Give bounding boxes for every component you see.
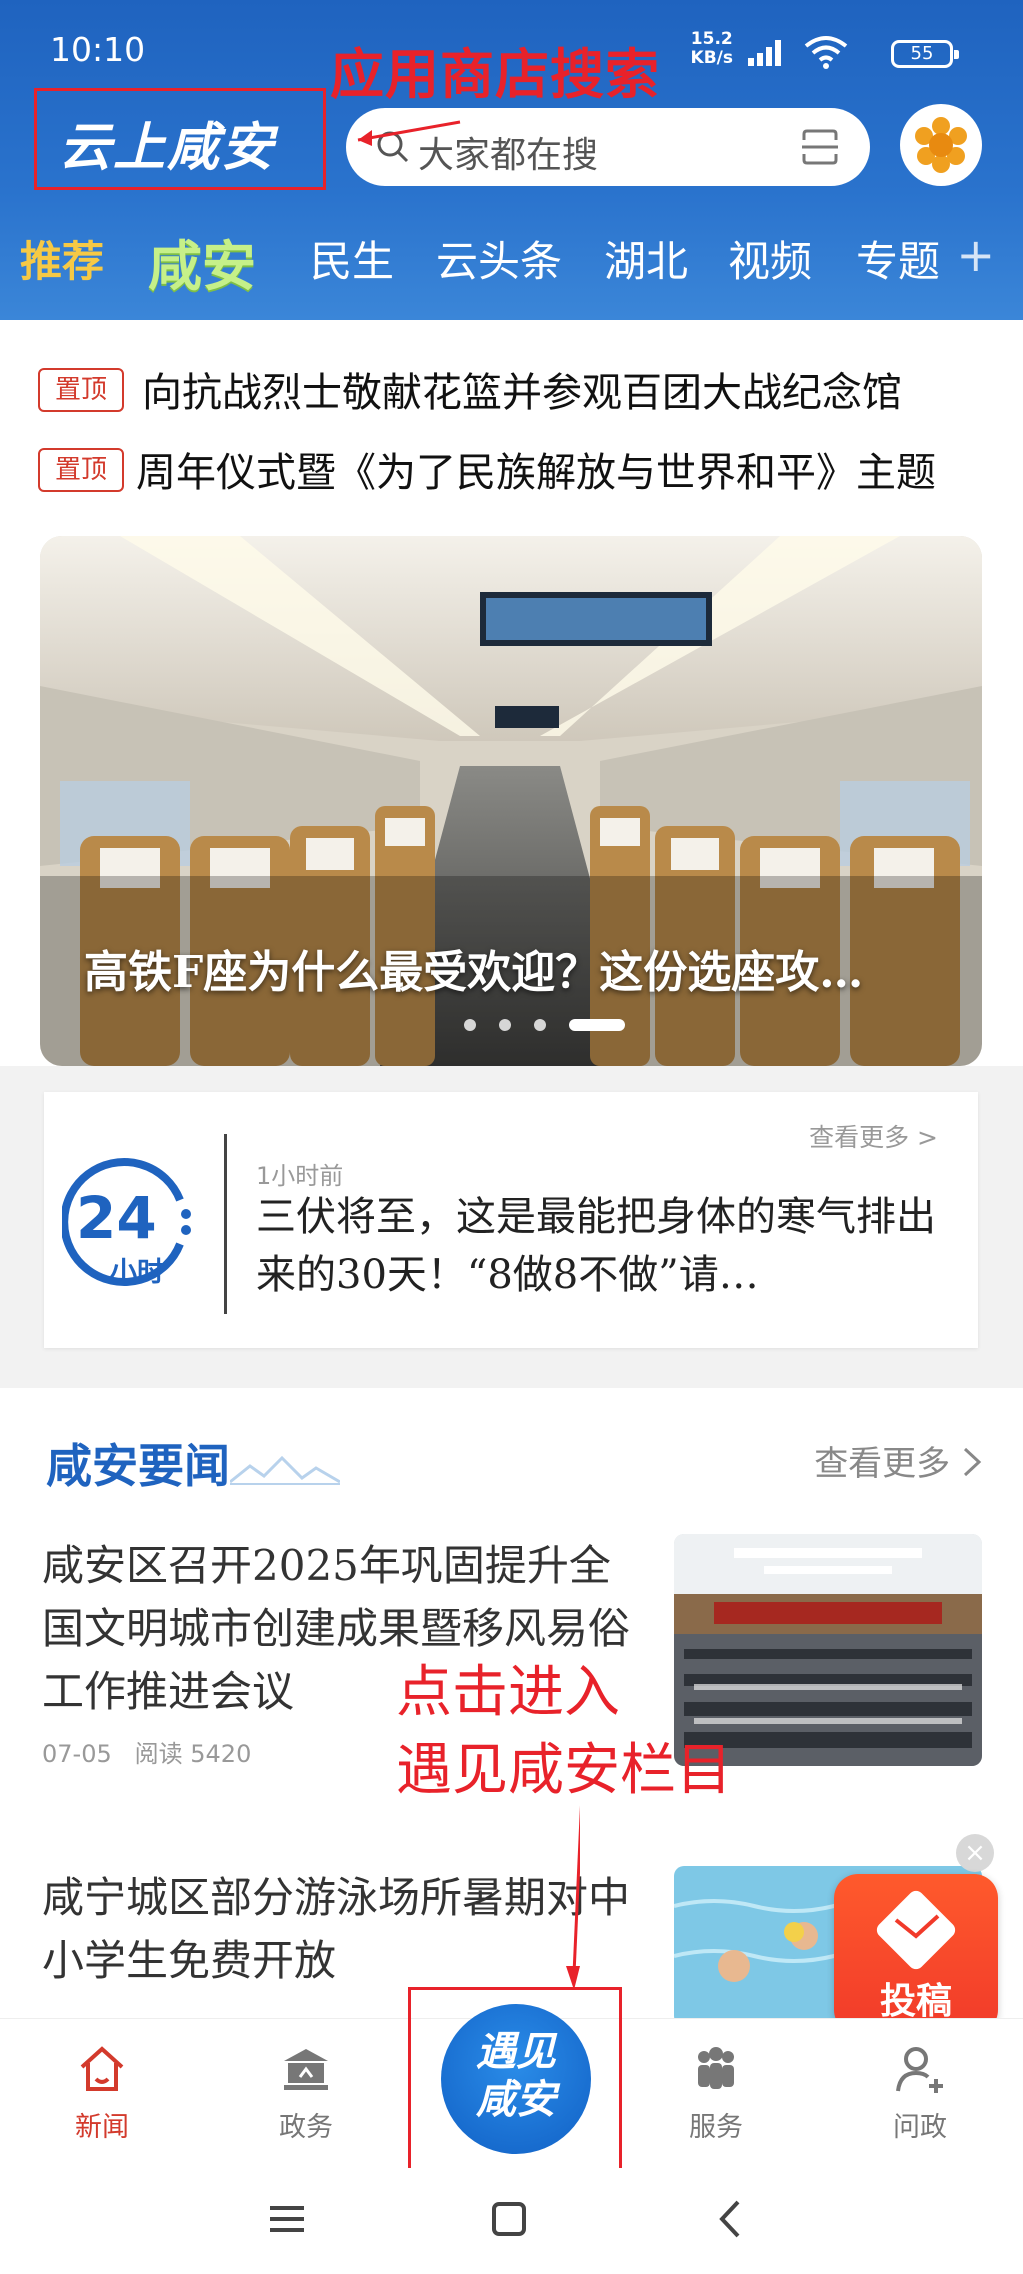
wifi-icon [804, 36, 848, 69]
news-date: 07-05 [42, 1740, 112, 1768]
view-more-link[interactable]: 查看更多 > [809, 1118, 938, 1154]
network-speed: 15.2 KB/s [690, 29, 733, 68]
tab-recommend[interactable]: 推荐 [20, 228, 104, 289]
nav-label: 政务 [279, 2112, 333, 2143]
24h-logo: 24 小时 [60, 1152, 202, 1292]
news-time: 1小时前 [256, 1162, 344, 1190]
news-reads: 阅读 5420 [134, 1740, 252, 1768]
home-icon [80, 2046, 124, 2091]
tab-headlines[interactable]: 云头条 [436, 228, 562, 289]
mountain-decoration-icon [230, 1455, 340, 1485]
system-navigation-bar [0, 2168, 1023, 2274]
banner-title: 高铁F座为什么最受欢迎？这份选座攻… [84, 947, 864, 998]
pinned-item[interactable]: 置顶 周年仪式暨《为了民族解放与世界和平》主题 [38, 440, 1023, 500]
carousel-dot[interactable] [499, 1019, 512, 1031]
user-add-icon [896, 2047, 943, 2093]
tab-topics[interactable]: 专题 [856, 228, 940, 289]
nav-label: 新闻 [75, 2112, 129, 2143]
carousel-dot[interactable] [464, 1019, 476, 1031]
nav-label: 服务 [689, 2112, 743, 2143]
pinned-title: 周年仪式暨《为了民族解放与世界和平》主题 [136, 450, 936, 496]
menu-icon[interactable] [262, 2194, 312, 2244]
app-logo: 云上咸安 [59, 118, 276, 178]
logo-highlight-box: 云上咸安 [34, 88, 326, 190]
annotation-arrow [566, 1805, 580, 1990]
tab-video[interactable]: 视频 [728, 228, 812, 289]
tab-xianan[interactable]: 咸安 [148, 222, 256, 301]
home-square-icon[interactable] [484, 2194, 534, 2244]
pinned-item[interactable]: 置顶 向抗战烈士敬献花篮并参观百团大战纪念馆 [38, 360, 1023, 420]
nav-label: 问政 [893, 2112, 947, 2143]
carousel-dot-active[interactable] [569, 1019, 626, 1031]
carousel-dot[interactable] [534, 1019, 547, 1031]
24h-unit: 小时 [110, 1257, 164, 1288]
channel-tabs: 推荐 咸安 民生 云头条 湖北 视频 专题 + [0, 228, 1023, 298]
app-header: 10:10 15.2 KB/s 55 应用商店搜索 云上咸安 大家都在搜 推荐 … [0, 0, 1023, 320]
section-view-more[interactable]: 查看更多 [814, 1436, 983, 1485]
news-summary: 三伏将至，这是最能把身体的寒气排出来的30天！“8做8不做”请… [256, 1194, 936, 1298]
pinned-title: 向抗战烈士敬献花篮并参观百团大战纪念馆 [142, 370, 902, 416]
battery-icon: 55 [891, 40, 959, 68]
pinned-badge: 置顶 [38, 368, 124, 412]
submit-article-button[interactable]: 投稿 [834, 1874, 998, 2034]
news-meta: 07-05 阅读 5420 [42, 1734, 251, 1769]
back-icon[interactable] [706, 2194, 756, 2244]
24h-news-card[interactable]: 24 小时 查看更多 > 1小时前 三伏将至，这是最能把身体的寒气排出来的30天… [44, 1092, 978, 1348]
bottom-navigation: 新闻 政务 遇见 咸安 服务 问政 [0, 1987, 1023, 2171]
signal-icon [748, 40, 788, 66]
section-more-label: 查看更多 [814, 1444, 951, 1484]
close-float-button[interactable]: × [956, 1834, 994, 1872]
center-highlight-box: 遇见 咸安 [408, 1987, 622, 2171]
chevron-right-icon [963, 1447, 982, 1477]
center-button-label: 遇见 咸安 [476, 2029, 556, 2123]
nav-government[interactable]: 政务 [236, 2041, 376, 2144]
nav-services[interactable]: 服务 [646, 2041, 786, 2144]
banner-carousel[interactable]: 高铁F座为什么最受欢迎？这份选座攻… [40, 536, 982, 1066]
annotation-click-enter: 点击进入 遇见咸安栏目 [396, 1660, 732, 1803]
scan-icon[interactable] [800, 128, 840, 166]
add-tab-icon[interactable]: + [956, 228, 995, 282]
pinned-badge: 置顶 [38, 448, 124, 492]
annotation-arrow [357, 120, 461, 146]
nav-news[interactable]: 新闻 [32, 2041, 172, 2144]
section-title: 咸安要闻 [46, 1439, 230, 1493]
government-building-icon [284, 2049, 328, 2090]
meet-xianan-button[interactable]: 遇见 咸安 [441, 2004, 591, 2154]
people-icon [698, 2047, 734, 2089]
user-avatar[interactable] [900, 104, 982, 186]
nav-inquiry[interactable]: 问政 [850, 2041, 990, 2144]
tab-hubei[interactable]: 湖北 [604, 228, 688, 289]
annotation-app-store-search: 应用商店搜索 [330, 43, 660, 106]
carousel-dots [464, 1016, 643, 1032]
divider [224, 1134, 227, 1314]
flower-icon [903, 107, 979, 183]
24h-number: 24 [76, 1184, 157, 1252]
submit-label: 投稿 [879, 1981, 952, 2022]
tab-minsheng[interactable]: 民生 [310, 228, 394, 289]
status-time: 10:10 [50, 30, 146, 69]
